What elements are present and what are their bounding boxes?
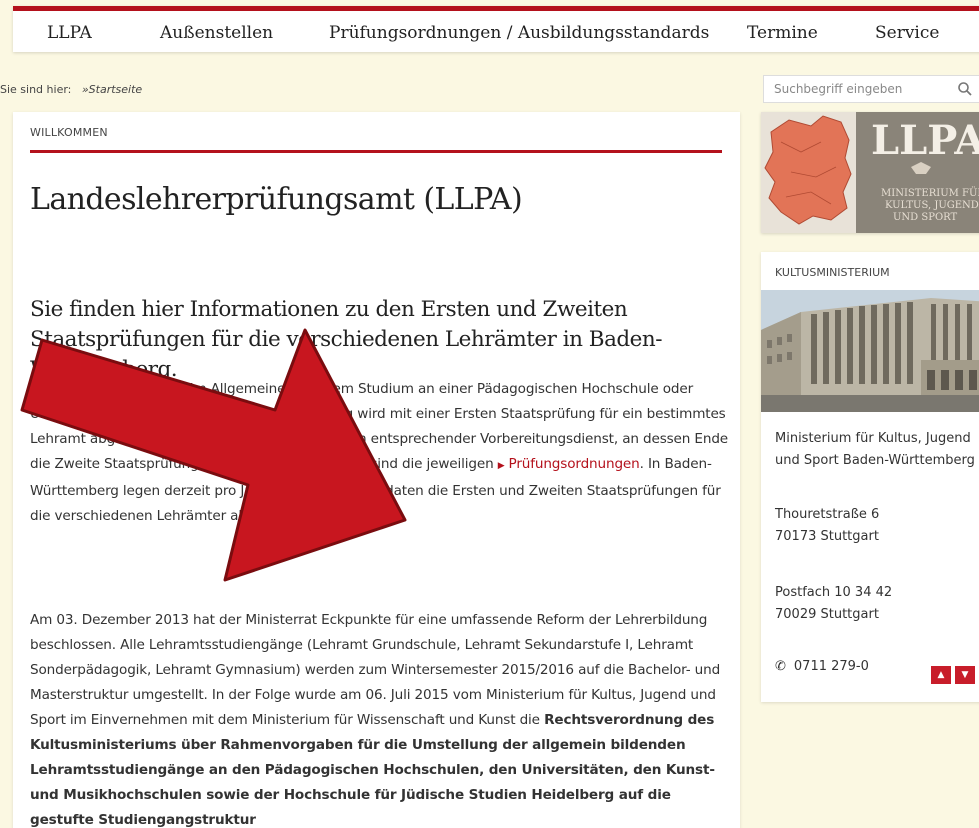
ministry-building-photo — [761, 290, 979, 412]
logo-sub-line-1: MINISTERIUM FÜR — [881, 187, 979, 199]
magnifier-icon[interactable] — [957, 81, 973, 101]
ministry-name: Ministerium für Kultus, Jugend und Sport… — [775, 431, 975, 468]
intro-paragraph: Die Ausbildung beginnt im Allgemeinen mi… — [30, 377, 730, 529]
llpa-logo-image: LLPA MINISTERIUM FÜR KULTUS, JUGEND UND … — [761, 112, 979, 233]
postbox-address: Postfach 10 34 42 70029 Stuttgart — [775, 582, 979, 626]
link-triangle-icon: ▶ — [497, 461, 505, 471]
nav-item-service[interactable]: Service — [875, 23, 939, 43]
breadcrumb-home-link[interactable]: »Startseite — [82, 83, 142, 96]
street-line-1: Thouretstraße 6 — [775, 507, 880, 522]
main-navigation: LLPA Außenstellen Prüfungsordnungen / Au… — [13, 6, 979, 52]
nav-item-llpa[interactable]: LLPA — [47, 23, 92, 43]
main-content: WILLKOMMEN Landeslehrerprüfungsamt (LLPA… — [13, 112, 740, 828]
search-box — [763, 75, 979, 103]
logo-sub-line-2: KULTUS, JUGEND — [885, 200, 979, 211]
breadcrumb-prefix: Sie sind hier: — [0, 83, 72, 96]
page-title: Landeslehrerprüfungsamt (LLPA) — [30, 182, 523, 217]
nav-item-pruefungsordnungen[interactable]: Prüfungsordnungen / Ausbildungsstandards — [329, 23, 709, 43]
ministry-card-title: KULTUSMINISTERIUM — [775, 266, 890, 279]
section-divider — [30, 150, 722, 153]
nav-item-termine[interactable]: Termine — [747, 23, 818, 43]
reform-text-1: Am 03. Dezember 2013 hat der Ministerrat… — [30, 612, 721, 728]
phone-value: 0711 279-0 — [793, 659, 869, 674]
street-address: Thouretstraße 6 70173 Stuttgart — [775, 504, 979, 548]
logo-sub-line-3: UND SPORT — [893, 212, 958, 223]
logo-llpa-text: LLPA — [871, 117, 979, 164]
postbox-line-1: Postfach 10 34 42 — [775, 585, 893, 600]
caret-up-icon: ▲ — [937, 670, 945, 680]
section-label: WILLKOMMEN — [30, 126, 108, 139]
search-input[interactable] — [764, 76, 944, 102]
postbox-line-2: 70029 Stuttgart — [775, 607, 879, 622]
reform-bold-text: Rechtsverordnung des Kultusministeriums … — [30, 712, 715, 828]
breadcrumb: Sie sind hier: »Startseite — [0, 83, 142, 96]
llpa-logo-card[interactable]: LLPA MINISTERIUM FÜR KULTUS, JUGEND UND … — [761, 112, 979, 233]
scroll-up-button[interactable]: ▲ — [931, 666, 951, 684]
pruefungsordnungen-link[interactable]: ▶ Prüfungsordnungen — [498, 456, 640, 472]
phone-icon: ✆ — [775, 659, 786, 674]
scroll-down-button[interactable]: ▼ — [955, 666, 975, 684]
page-subtitle: Sie finden hier Informationen zu den Ers… — [30, 297, 663, 382]
pruefungsordnungen-link-label: Prüfungsordnungen — [508, 456, 640, 472]
ministry-card: KULTUSMINISTERIUM Ministerium für Kultus… — [761, 252, 979, 702]
nav-item-aussenstellen[interactable]: Außenstellen — [160, 23, 273, 43]
caret-down-icon: ▼ — [961, 670, 969, 680]
reform-paragraph: Am 03. Dezember 2013 hat der Ministerrat… — [30, 608, 730, 828]
street-line-2: 70173 Stuttgart — [775, 529, 879, 544]
